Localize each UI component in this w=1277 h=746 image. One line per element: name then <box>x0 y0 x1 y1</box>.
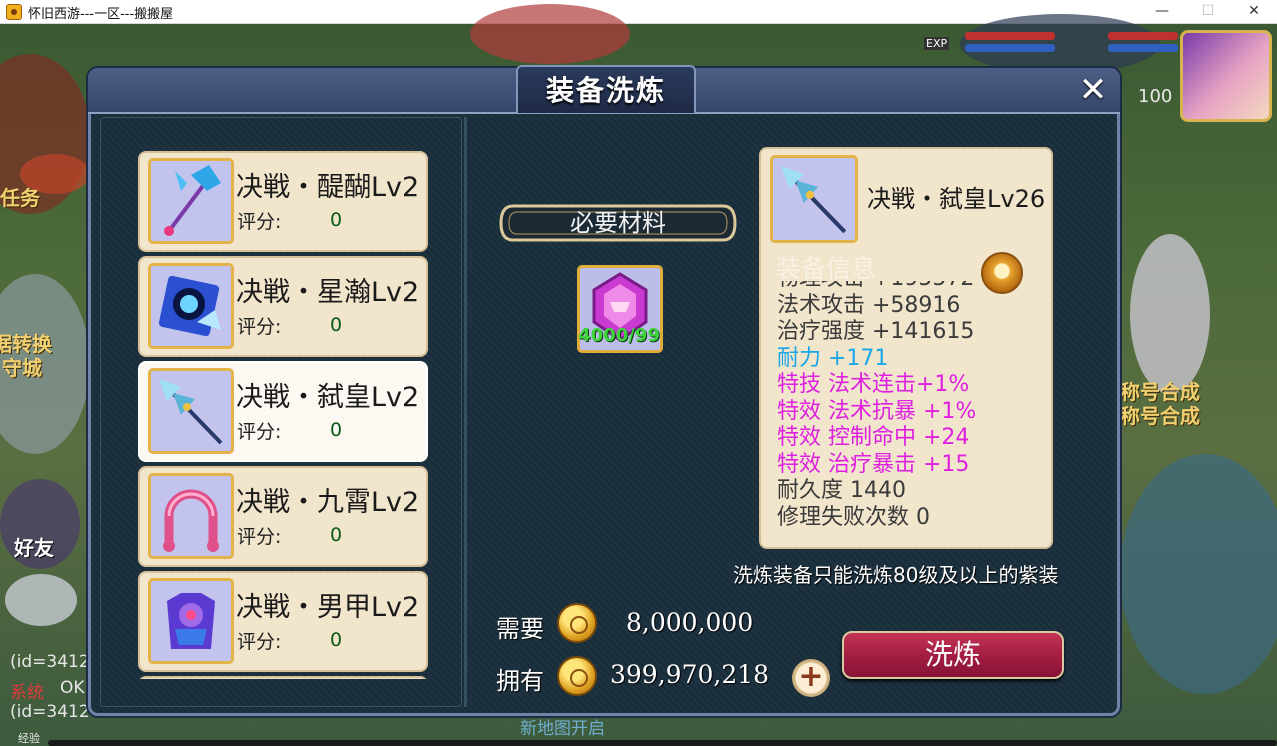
level-badge: 100 <box>1138 86 1173 107</box>
equipment-info-heading: 装备信息 <box>776 254 877 283</box>
panel-divider <box>464 117 467 707</box>
title-synthesis-2[interactable]: 称号合成 <box>1120 400 1200 429</box>
own-value: 399,970,218 <box>610 660 770 689</box>
score-label: 评分: <box>237 211 282 233</box>
exp-bar-label: 经验 <box>18 732 40 745</box>
friends-label[interactable]: 好友 <box>14 532 54 561</box>
score-value: 0 <box>330 209 343 231</box>
equipment-detail-panel: 决戦・弑皇Lv26 物理攻击 +195572 法术攻击 +58916 治疗强度 … <box>759 147 1053 549</box>
orb-fan-icon <box>148 263 234 349</box>
scene-banner <box>470 4 630 64</box>
add-gold-button[interactable]: + <box>792 659 830 697</box>
equipment-item[interactable]: 决戦・男甲Lv2 评分: 0 <box>138 571 428 672</box>
window-title: 怀旧西游---一区---搬搬屋 <box>28 7 174 22</box>
exp-bar <box>48 740 1277 746</box>
equipment-name: 决戦・弑皇Lv2 <box>236 382 420 413</box>
score-value: 0 <box>330 524 343 546</box>
pet-mp-bar <box>1108 44 1178 52</box>
system-tag: 系统 <box>10 683 44 703</box>
equipment-name: 决戦・男甲Lv2 <box>236 592 420 623</box>
need-value: 8,000,000 <box>626 608 754 637</box>
npc-figure-right <box>1130 234 1210 394</box>
stat-durability: 耐久度 1440 <box>777 478 906 503</box>
materials-label: 必要材料 <box>570 209 666 237</box>
exp-badge: EXP <box>924 37 950 50</box>
equipment-item[interactable]: 决戦・醍醐Lv2 评分: 0 <box>138 151 428 252</box>
equipment-refine-dialog: 装备洗炼 ✕ 决戦・醍醐Lv2 评分: 0 决戦・星瀚Lv2 评分: 0 决戦・… <box>88 65 1120 716</box>
equipment-name: 决戦・星瀚Lv2 <box>236 277 420 308</box>
magnifier-icon[interactable] <box>981 252 1023 294</box>
armor-icon <box>148 578 234 664</box>
score-label: 评分: <box>237 316 282 338</box>
stats-list[interactable]: 物理攻击 +195572 法术攻击 +58916 治疗强度 +141615 耐力… <box>777 266 1051 531</box>
stat-endurance: 耐力 +171 <box>777 345 889 371</box>
player-avatar[interactable] <box>1180 30 1272 122</box>
window-close-button[interactable]: ✕ <box>1231 0 1277 24</box>
task-label[interactable]: 任务 <box>0 182 40 211</box>
refine-button[interactable]: 洗炼 <box>842 631 1064 679</box>
refine-hint: 洗炼装备只能洗炼80级及以上的紫装 <box>733 563 1059 587</box>
chat-bubble-icon[interactable] <box>5 574 77 626</box>
gold-coin-icon <box>557 603 597 643</box>
spear-icon <box>148 368 234 454</box>
minimize-button[interactable]: — <box>1139 0 1185 24</box>
chat-line-1: (id=3412 <box>10 652 90 672</box>
gold-coin-icon <box>557 656 597 696</box>
mp-bar <box>965 44 1055 52</box>
need-label: 需要 <box>496 615 544 643</box>
score-label: 评分: <box>237 421 282 443</box>
app-icon <box>6 4 22 20</box>
score-value: 0 <box>330 629 343 651</box>
ribbon-icon <box>148 473 234 559</box>
maximize-button[interactable]: ☐ <box>1185 0 1231 24</box>
chat-line-2: (id=3412 <box>10 702 90 722</box>
equipment-item[interactable]: 决戦・星瀚Lv2 评分: 0 <box>138 256 428 357</box>
new-map-notice: 新地图开启 <box>520 719 605 739</box>
detail-equipment-name: 决戦・弑皇Lv26 <box>867 185 1046 213</box>
equipment-name: 决戦・醍醐Lv2 <box>236 172 420 203</box>
equipment-item[interactable]: 决戦・九霄Lv2 评分: 0 <box>138 466 428 567</box>
own-label: 拥有 <box>496 667 544 695</box>
dialog-title: 装备洗炼 <box>545 74 666 107</box>
stat-effect-2: 特效 控制命中 +24 <box>777 425 970 450</box>
pet-hp-bar <box>1108 32 1178 40</box>
equipment-item[interactable] <box>138 676 428 679</box>
equipment-item-selected[interactable]: 决戦・弑皇Lv2 评分: 0 <box>138 361 428 462</box>
close-button[interactable]: ✕ <box>1077 73 1109 107</box>
stat-repair-failures: 修理失败次数 0 <box>777 504 930 530</box>
stat-magic-attack: 法术攻击 +58916 <box>777 292 961 318</box>
score-value: 0 <box>330 419 343 441</box>
halberd-icon <box>148 158 234 244</box>
hp-bar <box>965 32 1055 40</box>
scene-building <box>1120 454 1277 694</box>
stat-effect-3: 特效 治疗暴击 +15 <box>777 451 970 477</box>
chat-ok: OK <box>60 678 85 698</box>
score-value: 0 <box>330 314 343 336</box>
equipment-list[interactable]: 决戦・醍醐Lv2 评分: 0 决戦・星瀚Lv2 评分: 0 决戦・弑皇Lv2 评… <box>138 149 428 679</box>
stat-skill: 特技 法术连击+1% <box>777 372 970 397</box>
material-count: 4000/99 <box>578 325 660 346</box>
score-label: 评分: <box>237 631 282 653</box>
stat-effect-1: 特效 法术抗暴 +1% <box>777 398 977 424</box>
spear-icon <box>770 155 858 243</box>
stat-healing-power: 治疗强度 +141615 <box>777 319 975 344</box>
score-label: 评分: <box>237 526 282 548</box>
equipment-name: 决戦・九霄Lv2 <box>236 487 420 518</box>
side-text-2[interactable]: 守城 <box>2 352 42 381</box>
